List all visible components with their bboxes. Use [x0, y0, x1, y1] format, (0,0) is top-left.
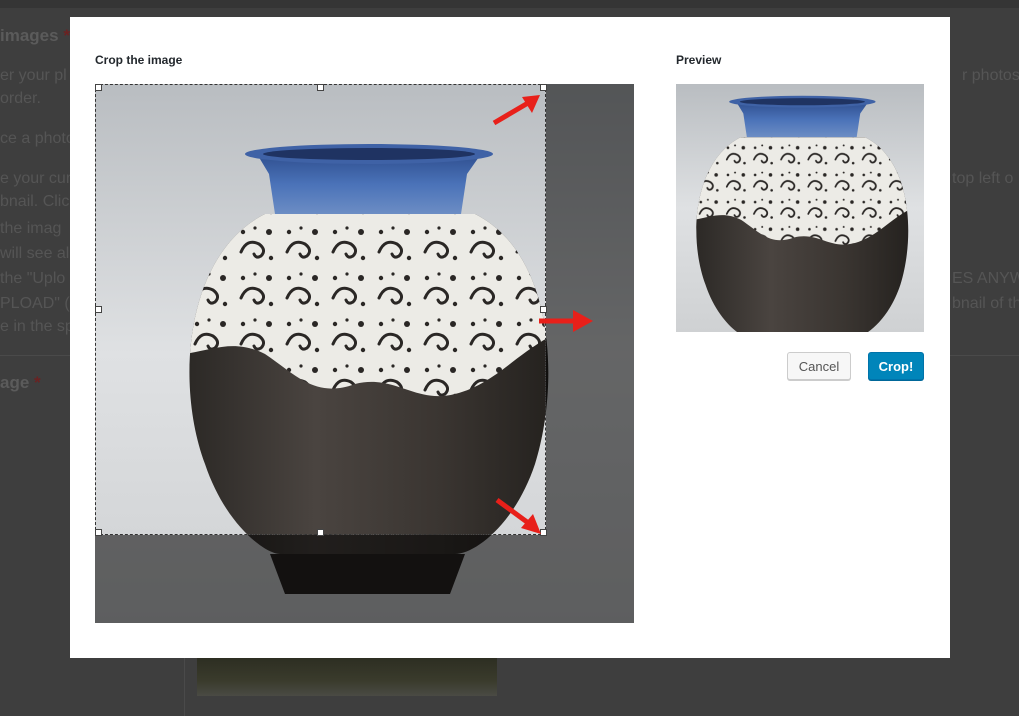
background-text: r photos	[962, 67, 1019, 84]
background-thumbnail	[197, 658, 497, 696]
background-topbar	[0, 0, 1019, 8]
background-text: e your cur	[0, 170, 72, 187]
preview-image	[676, 84, 924, 332]
crop-handle-left[interactable]	[95, 306, 102, 313]
background-text: will see all	[0, 245, 73, 262]
background-heading: age *	[0, 373, 41, 392]
background-text: bnail of th	[952, 295, 1019, 312]
crop-mask-bottom	[95, 535, 546, 623]
vase-preview-image	[676, 84, 924, 332]
crop-modal: Crop the image Preview Cancel Crop!	[70, 17, 950, 658]
background-text: ES ANYW	[952, 270, 1019, 287]
background-heading: images *	[0, 26, 70, 45]
background-text: er your pl	[0, 67, 67, 84]
crop-handle-top-left[interactable]	[95, 84, 102, 91]
crop-selection-box[interactable]	[95, 84, 546, 535]
crop-heading: Crop the image	[95, 53, 183, 67]
background-text: order.	[0, 90, 41, 107]
arrow-down-right-icon	[495, 497, 541, 534]
background-text: top left o	[952, 170, 1014, 187]
background-text: PLOAD" (	[0, 295, 70, 312]
crop-canvas[interactable]	[95, 84, 634, 623]
background-text: bnail. Clic	[0, 193, 70, 210]
arrow-right-icon	[539, 310, 593, 332]
crop-handle-bottom-left[interactable]	[95, 529, 102, 536]
arrow-up-right-icon	[492, 95, 540, 126]
crop-mask-right	[546, 84, 634, 623]
background-text: ce a photo	[0, 130, 75, 147]
preview-heading: Preview	[676, 53, 722, 67]
crop-button[interactable]: Crop!	[868, 352, 924, 380]
crop-handle-bottom[interactable]	[317, 529, 324, 536]
background-text: e in the sp	[0, 318, 74, 335]
background-text: the imag	[0, 220, 62, 237]
crop-handle-top[interactable]	[317, 84, 324, 91]
background-text: the "Uplo	[0, 270, 66, 287]
cancel-button[interactable]: Cancel	[787, 352, 851, 380]
